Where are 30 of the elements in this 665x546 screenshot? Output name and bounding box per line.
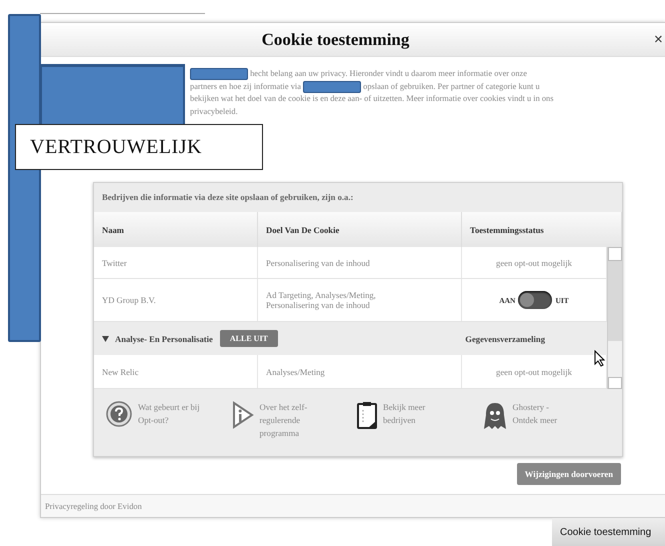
cookie-purpose: Ad Targeting, Analyses/Meting, Personalisering van de inhoud: [266, 290, 377, 310]
cookie-purpose: Analyses/Meting: [266, 366, 325, 376]
triangle-info-icon[interactable]: [232, 401, 254, 429]
close-button[interactable]: ×: [654, 31, 663, 48]
confidential-stamp: VERTROUWELIJK: [15, 124, 263, 170]
scrollbar[interactable]: [607, 247, 622, 389]
clipboard-icon[interactable]: [357, 401, 377, 429]
footer-link[interactable]: Bekijk meer bedrijven: [383, 401, 445, 427]
category-name: Analyse- En Personalisatie: [115, 334, 213, 344]
footer-link[interactable]: Wat gebeurt er bij Opt-out?: [138, 401, 200, 427]
all-off-button[interactable]: ALLE UIT: [220, 330, 278, 347]
footer-link[interactable]: Over het zelf-regulerende programma: [260, 401, 322, 440]
partner-name: YD Group B.V.: [94, 279, 258, 321]
cookie-purpose: Personalisering van de inhoud: [266, 258, 370, 268]
partner-name: New Relic: [94, 355, 258, 388]
footer-credit: Privacyregeling door Evidon: [41, 494, 665, 517]
footer-link[interactable]: Ghostery - Ontdek meer: [512, 401, 574, 427]
intro-text: hecht belang aan uw privacy. Hieronder vindt u daarom meer informatie over onze partners en hoe zij informatie via opslaan of gebruiken. Per partner of categorie kunt u bekijken wat het doel van de cookie is en deze aan- of uitzetten. Meer informatie over cookies vindt u in ons privacybeleid.: [190, 68, 554, 118]
column-label: Gegevensverzameling: [465, 334, 545, 344]
partner-name: Twitter: [94, 247, 258, 278]
help-icon[interactable]: [106, 401, 132, 427]
redaction-block: [303, 80, 362, 93]
ghost-icon[interactable]: [482, 401, 506, 431]
consent-toggle[interactable]: [518, 291, 552, 309]
panel-heading: Bedrijven die informatie via deze site opslaan of gebruiken, zijn o.a.:: [101, 191, 354, 204]
cookie-settings-tab[interactable]: Cookie toestemming: [552, 518, 665, 546]
redaction-block: [190, 68, 248, 80]
collapse-arrow-icon[interactable]: [102, 336, 109, 342]
apply-changes-button[interactable]: Wijzigingen doorvoeren: [516, 463, 621, 485]
dialog-title: Cookie toestemming: [262, 30, 410, 50]
